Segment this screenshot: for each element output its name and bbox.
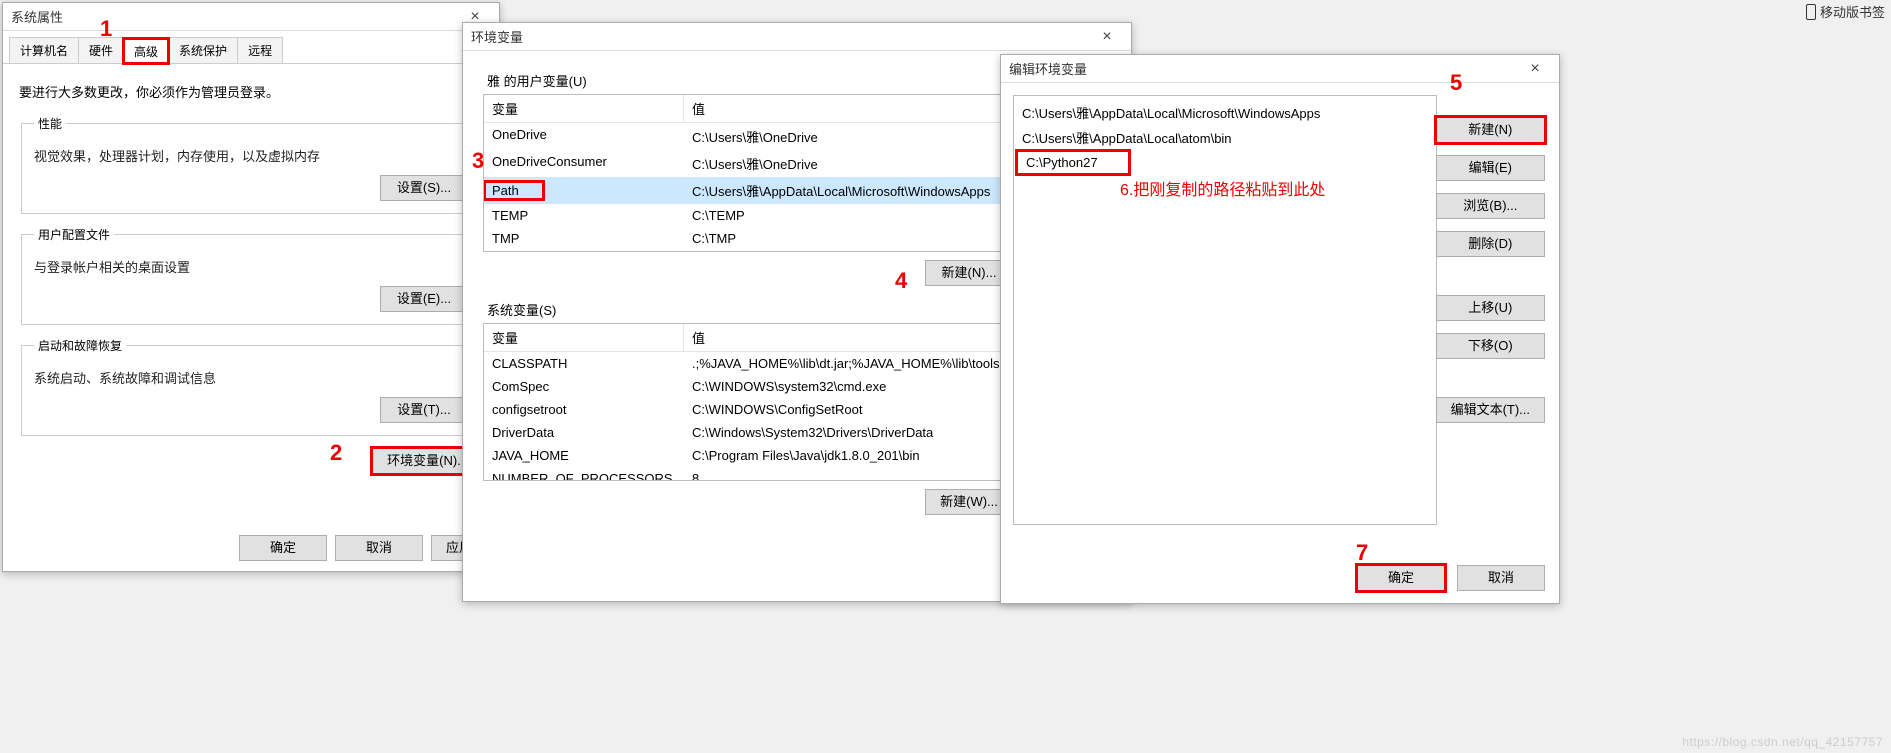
userprofile-group: 用户配置文件 与登录帐户相关的桌面设置 设置(E)... — [21, 226, 481, 325]
var-name: DriverData — [484, 423, 684, 442]
editenv-title: 编辑环境变量 — [1009, 59, 1087, 78]
var-name: OneDriveConsumer — [484, 152, 684, 175]
close-icon[interactable]: × — [1515, 55, 1555, 83]
path-entry[interactable]: C:\Python27 — [1018, 152, 1128, 173]
edit-text-button[interactable]: 编辑文本(T)... — [1436, 397, 1545, 423]
editenv-ok-button[interactable]: 确定 — [1357, 565, 1445, 591]
performance-group: 性能 视觉效果，处理器计划，内存使用，以及虚拟内存 设置(S)... — [21, 115, 481, 214]
system-properties-window: 系统属性 × 计算机名 硬件 高级 系统保护 远程 要进行大多数更改，你必须作为… — [2, 2, 500, 572]
browse-path-button[interactable]: 浏览(B)... — [1436, 193, 1545, 219]
movedown-button[interactable]: 下移(O) — [1436, 333, 1545, 359]
edit-env-var-window: 编辑环境变量 × C:\Users\雅\AppData\Local\Micros… — [1000, 54, 1560, 604]
var-name: JAVA_HOME — [484, 446, 684, 465]
col-variable[interactable]: 变量 — [484, 95, 684, 122]
edit-path-button[interactable]: 编辑(E) — [1436, 155, 1545, 181]
watermark: https://blog.csdn.net/qq_42157757 — [1682, 735, 1883, 749]
var-name: NUMBER_OF_PROCESSORS — [484, 469, 684, 481]
userprofile-desc: 与登录帐户相关的桌面设置 — [34, 257, 468, 276]
sysprops-cancel-button[interactable]: 取消 — [335, 535, 423, 561]
startup-group: 启动和故障恢复 系统启动、系统故障和调试信息 设置(T)... — [21, 337, 481, 436]
sysprops-ok-button[interactable]: 确定 — [239, 535, 327, 561]
var-name: configsetroot — [484, 400, 684, 419]
admin-note: 要进行大多数更改，你必须作为管理员登录。 — [19, 82, 483, 101]
var-name: CLASSPATH — [484, 354, 684, 373]
performance-settings-button[interactable]: 设置(S)... — [380, 175, 468, 201]
path-entry[interactable]: C:\Users\雅\AppData\Local\Microsoft\Windo… — [1014, 100, 1436, 125]
var-name: Path — [484, 181, 544, 200]
var-name: OneDrive — [484, 125, 684, 148]
var-name: ComSpec — [484, 377, 684, 396]
delete-path-button[interactable]: 删除(D) — [1436, 231, 1545, 257]
startup-desc: 系统启动、系统故障和调试信息 — [34, 368, 468, 387]
sysprops-title: 系统属性 — [11, 7, 63, 26]
startup-settings-button[interactable]: 设置(T)... — [380, 397, 468, 423]
new-path-button[interactable]: 新建(N) — [1436, 117, 1545, 143]
envvars-titlebar[interactable]: 环境变量 × — [463, 23, 1131, 51]
path-entry[interactable]: C:\Users\雅\AppData\Local\atom\bin — [1014, 125, 1436, 150]
editenv-titlebar[interactable]: 编辑环境变量 × — [1001, 55, 1559, 83]
tab-systemprotect[interactable]: 系统保护 — [168, 37, 238, 63]
tab-remote[interactable]: 远程 — [237, 37, 283, 63]
tab-advanced[interactable]: 高级 — [123, 38, 169, 64]
tab-hardware[interactable]: 硬件 — [78, 37, 124, 63]
sysprops-titlebar[interactable]: 系统属性 × — [3, 3, 499, 31]
envvars-title: 环境变量 — [471, 27, 523, 46]
performance-legend: 性能 — [34, 115, 66, 132]
tab-computername[interactable]: 计算机名 — [9, 37, 79, 63]
moveup-button[interactable]: 上移(U) — [1436, 295, 1545, 321]
performance-desc: 视觉效果，处理器计划，内存使用，以及虚拟内存 — [34, 146, 468, 165]
path-list[interactable]: C:\Users\雅\AppData\Local\Microsoft\Windo… — [1013, 95, 1437, 525]
mobile-bookmark-label: 移动版书签 — [1806, 2, 1885, 21]
var-name: TMP — [484, 229, 684, 248]
sysprops-tabs: 计算机名 硬件 高级 系统保护 远程 — [3, 31, 499, 64]
close-icon[interactable]: × — [1087, 23, 1127, 51]
var-name: TEMP — [484, 206, 684, 225]
userprofile-legend: 用户配置文件 — [34, 226, 114, 243]
userprofile-settings-button[interactable]: 设置(E)... — [380, 286, 468, 312]
phone-icon — [1806, 4, 1816, 20]
col-variable[interactable]: 变量 — [484, 324, 684, 351]
editenv-cancel-button[interactable]: 取消 — [1457, 565, 1545, 591]
startup-legend: 启动和故障恢复 — [34, 337, 126, 354]
